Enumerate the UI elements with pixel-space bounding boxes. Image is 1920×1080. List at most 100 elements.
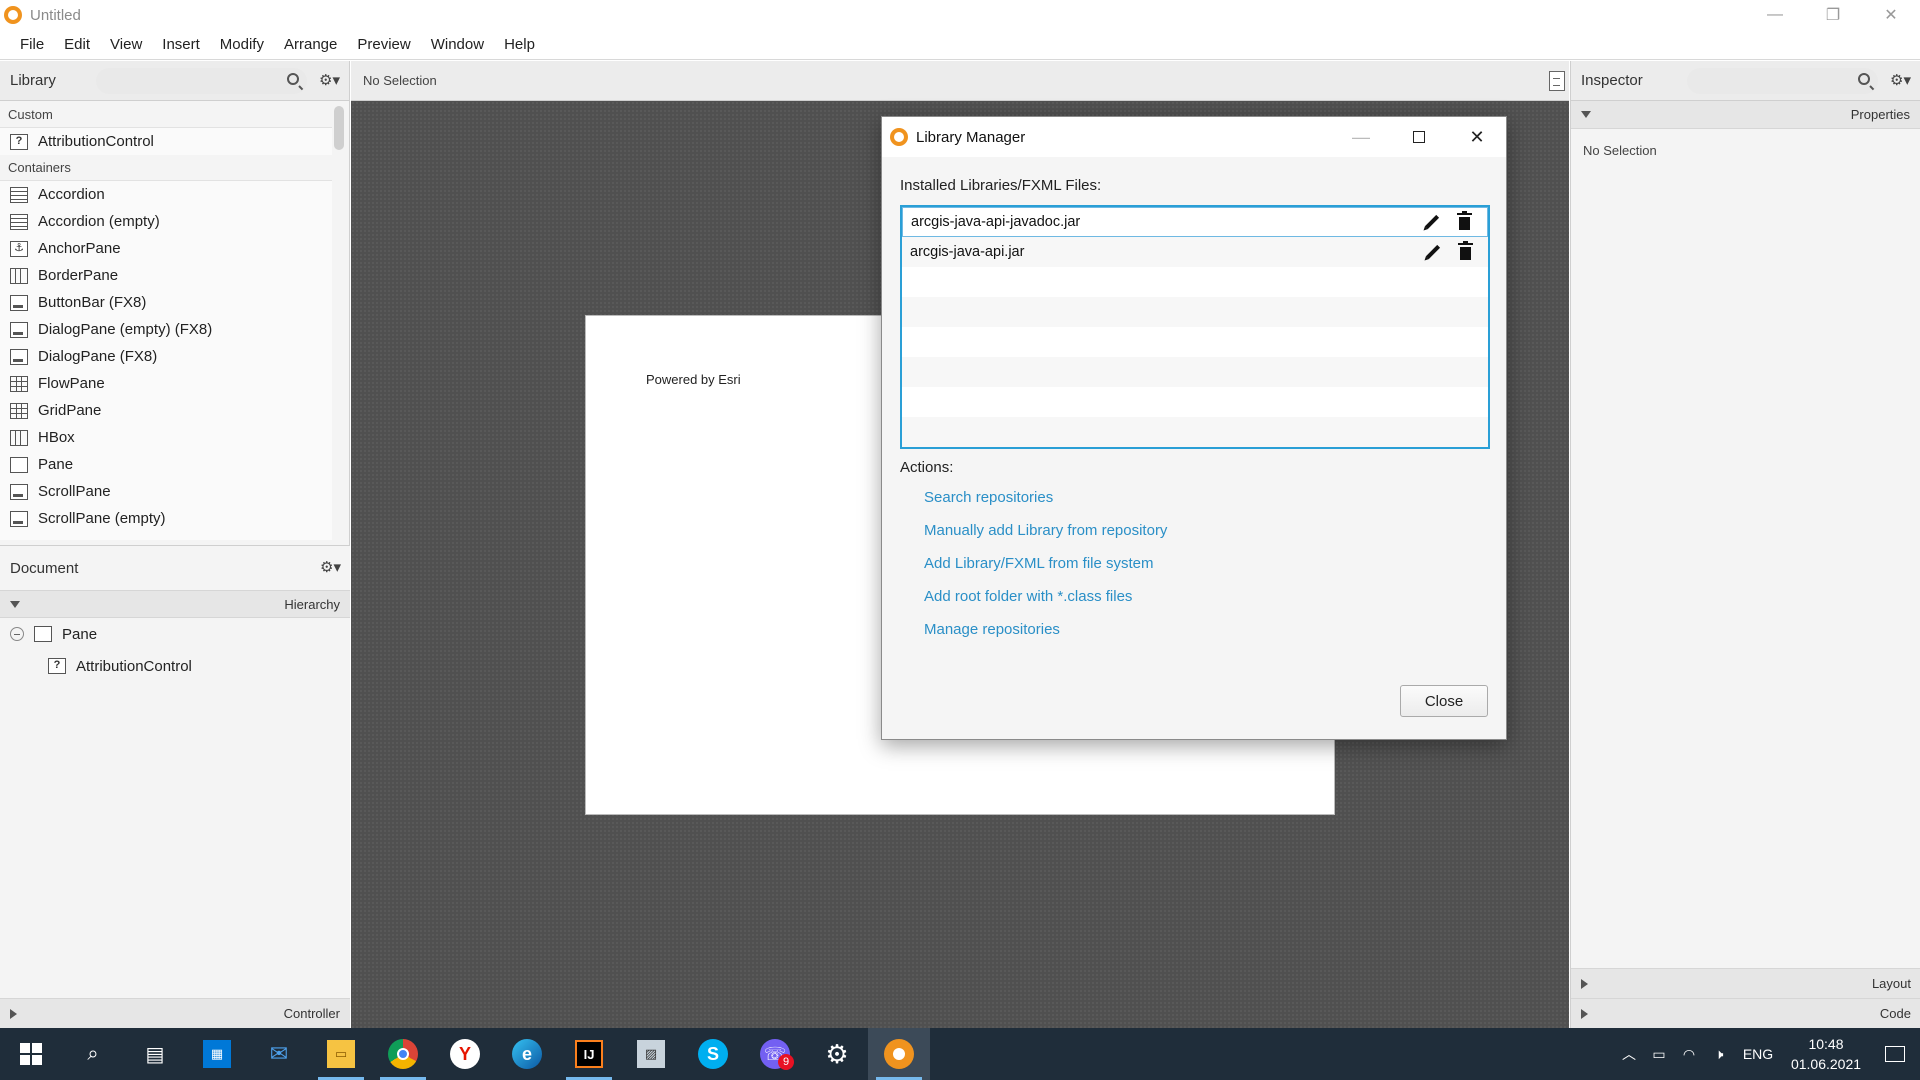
scene-builder-center-icon (893, 1048, 905, 1060)
search-icon[interactable] (1858, 72, 1870, 85)
dialog-maximize-button[interactable] (1390, 117, 1448, 157)
battery-icon[interactable]: ▭ (1644, 1046, 1674, 1063)
minimize-button[interactable]: — (1746, 0, 1804, 30)
dialog-minimize-button: — (1352, 126, 1370, 147)
properties-section-header[interactable]: Properties (1571, 101, 1920, 129)
pane-icon (34, 626, 52, 642)
tray-overflow-chevron-icon[interactable]: ︿ (1614, 1044, 1644, 1064)
menu-arrange[interactable]: Arrange (274, 36, 347, 53)
library-item-dialogpane-empty[interactable]: DialogPane (empty) (FX8) (0, 316, 332, 343)
menu-file[interactable]: File (10, 36, 54, 53)
library-item-scrollpane[interactable]: ScrollPane (0, 478, 332, 505)
clock-time: 10:48 (1808, 1036, 1844, 1052)
restore-button[interactable]: ❐ (1804, 0, 1862, 30)
library-item-scrollpane-empty[interactable]: ScrollPane (empty) (0, 505, 332, 532)
document-gear-icon[interactable]: ⚙▾ (320, 560, 341, 576)
powered-by-label[interactable]: Powered by Esri (646, 372, 741, 387)
search-repositories-link[interactable]: Search repositories (924, 489, 1488, 509)
store-app-button[interactable]: ▦ (186, 1028, 248, 1080)
controller-section-header[interactable]: Controller (0, 998, 350, 1028)
close-window-button[interactable]: ✕ (1862, 0, 1920, 30)
library-item-flowpane[interactable]: FlowPane (0, 370, 332, 397)
menu-insert[interactable]: Insert (152, 36, 210, 53)
taskbar-search-button[interactable]: ⌕ (62, 1028, 124, 1080)
skype-app-button[interactable]: S (682, 1028, 744, 1080)
scene-builder-app-button[interactable] (868, 1028, 930, 1080)
paint-app-button[interactable]: ▨ (620, 1028, 682, 1080)
wifi-icon[interactable]: ◠ (1674, 1046, 1704, 1063)
settings-app-button[interactable]: ⚙ (806, 1028, 868, 1080)
file-row[interactable]: arcgis-java-api-javadoc.jar (902, 207, 1488, 237)
library-title: Library (10, 72, 56, 89)
menu-modify[interactable]: Modify (210, 36, 274, 53)
menu-window[interactable]: Window (421, 36, 494, 53)
library-search-input[interactable] (95, 67, 307, 94)
menu-help[interactable]: Help (494, 36, 545, 53)
menu-preview[interactable]: Preview (347, 36, 420, 53)
library-item-borderpane[interactable]: BorderPane (0, 262, 332, 289)
library-item-attributioncontrol[interactable]: ? AttributionControl (0, 128, 332, 155)
layout-label: Layout (1871, 976, 1911, 991)
menu-edit[interactable]: Edit (54, 36, 100, 53)
clock[interactable]: 10:48 01.06.2021 (1782, 1034, 1870, 1074)
library-gear-icon[interactable]: ⚙▾ (319, 72, 340, 89)
edit-button[interactable] (1423, 213, 1441, 231)
file-explorer-button[interactable]: ▭ (310, 1028, 372, 1080)
library-item-hbox[interactable]: HBox (0, 424, 332, 451)
collapse-icon[interactable] (10, 627, 24, 641)
inspector-header: Inspector ⚙▾ (1571, 61, 1920, 101)
dialog-close-button[interactable]: ✕ (1448, 117, 1506, 157)
yandex-icon: Y (450, 1039, 480, 1069)
manually-add-library-link[interactable]: Manually add Library from repository (924, 522, 1488, 542)
manage-repositories-link[interactable]: Manage repositories (924, 621, 1488, 641)
library-item-dialogpane[interactable]: DialogPane (FX8) (0, 343, 332, 370)
search-icon[interactable] (287, 72, 299, 85)
edit-button[interactable] (1424, 243, 1442, 261)
viber-unread-badge: 9 (778, 1054, 794, 1070)
search-icon: ⌕ (87, 1042, 99, 1065)
yandex-app-button[interactable]: Y (434, 1028, 496, 1080)
library-item-label: Accordion (38, 186, 105, 203)
mail-app-button[interactable]: ✉ (248, 1028, 310, 1080)
mail-icon: ✉ (269, 1041, 289, 1066)
document-icon[interactable] (1549, 71, 1565, 91)
library-scrollbar[interactable] (334, 106, 344, 150)
document-panel: Document ⚙▾ Hierarchy Pane ? Attribution… (0, 545, 350, 1028)
file-row[interactable]: arcgis-java-api.jar (902, 237, 1488, 267)
gridpane-icon (10, 402, 28, 419)
add-library-from-file-link[interactable]: Add Library/FXML from file system (924, 555, 1488, 575)
close-button[interactable]: Close (1400, 685, 1488, 717)
hierarchy-section-header[interactable]: Hierarchy (0, 590, 350, 618)
actions-label: Actions: (900, 459, 954, 476)
inspector-search-input[interactable] (1686, 67, 1878, 94)
volume-muted-icon[interactable]: 🕨 (1704, 1046, 1734, 1063)
scrollpane-icon (10, 483, 28, 500)
menu-view[interactable]: View (100, 36, 152, 53)
language-indicator[interactable]: ENG (1734, 1046, 1782, 1062)
delete-button[interactable] (1455, 211, 1473, 231)
library-item-gridpane[interactable]: GridPane (0, 397, 332, 424)
chrome-app-button[interactable] (372, 1028, 434, 1080)
window-controls: — ❐ ✕ (1746, 0, 1920, 30)
code-section-header[interactable]: Code (1571, 998, 1920, 1028)
edge-app-button[interactable]: e (496, 1028, 558, 1080)
installed-files-list[interactable]: arcgis-java-api-javadoc.jar arcgis-java-… (900, 205, 1490, 449)
task-view-button[interactable]: ▤ (124, 1028, 186, 1080)
start-button[interactable] (0, 1028, 62, 1080)
library-item-buttonbar[interactable]: ButtonBar (FX8) (0, 289, 332, 316)
intellij-app-button[interactable]: IJ (558, 1028, 620, 1080)
notifications-button[interactable] (1870, 1046, 1920, 1062)
library-item-pane[interactable]: Pane (0, 451, 332, 478)
viber-app-button[interactable]: ☏ 9 (744, 1028, 806, 1080)
inspector-gear-icon[interactable]: ⚙▾ (1890, 72, 1911, 89)
library-item-anchorpane[interactable]: ⚓ AnchorPane (0, 235, 332, 262)
tree-item-pane[interactable]: Pane (0, 618, 350, 650)
pencil-icon (1425, 244, 1441, 260)
dialog-titlebar[interactable]: Library Manager — ✕ (882, 117, 1506, 157)
layout-section-header[interactable]: Layout (1571, 968, 1920, 998)
library-item-accordion[interactable]: Accordion (0, 181, 332, 208)
library-item-accordion-empty[interactable]: Accordion (empty) (0, 208, 332, 235)
tree-item-attributioncontrol[interactable]: ? AttributionControl (0, 650, 350, 682)
delete-button[interactable] (1456, 241, 1474, 261)
add-root-folder-link[interactable]: Add root folder with *.class files (924, 588, 1488, 608)
